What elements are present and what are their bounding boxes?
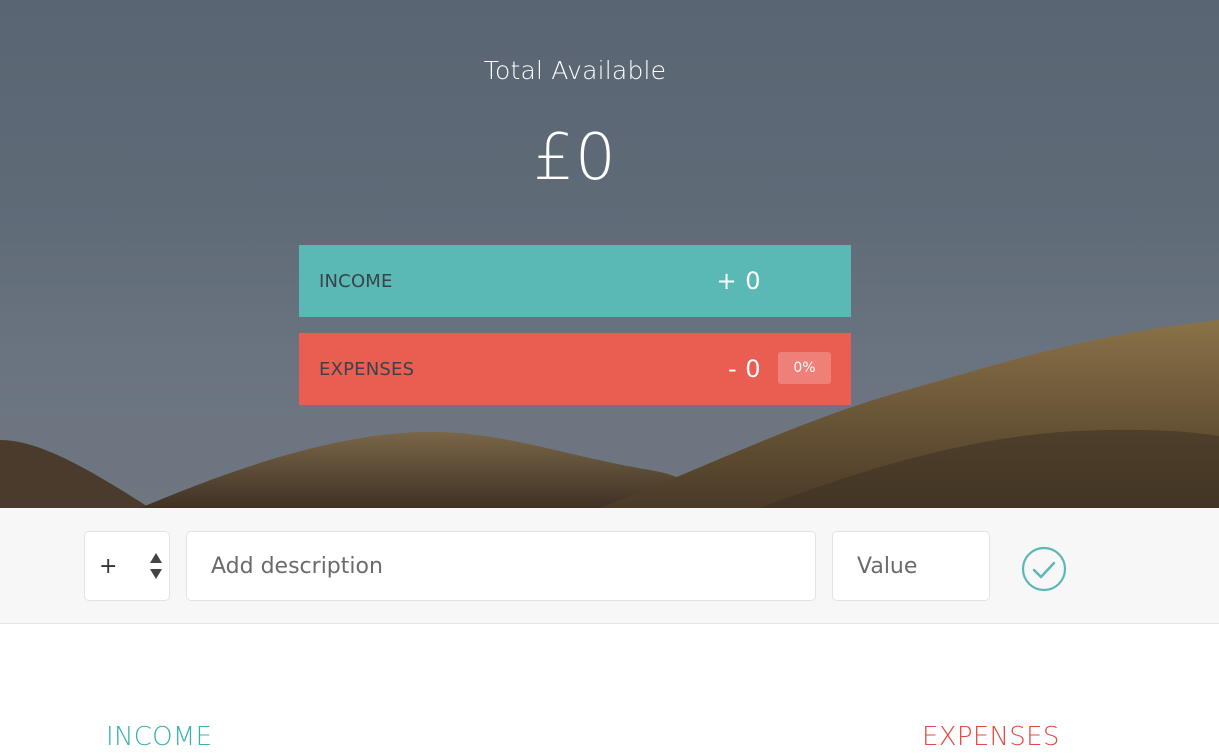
expenses-list-title: EXPENSES <box>922 722 1060 752</box>
expenses-summary-label: EXPENSES <box>319 358 415 380</box>
expenses-summary-bar: EXPENSES - 0 0% <box>299 333 851 405</box>
total-available-value: £0 <box>533 121 617 195</box>
select-arrows-icon <box>150 553 162 579</box>
value-input[interactable] <box>832 531 990 601</box>
type-select[interactable]: + <box>84 531 170 601</box>
income-summary-bar: INCOME + 0 <box>299 245 851 317</box>
budget-header: Total Available £0 INCOME + 0 EXPENSES -… <box>0 0 1219 508</box>
add-item-button[interactable] <box>1020 545 1068 593</box>
income-summary-label: INCOME <box>319 270 393 292</box>
income-list-title: INCOME <box>106 722 213 752</box>
income-summary-value: + 0 <box>716 267 761 295</box>
description-input[interactable] <box>186 531 816 601</box>
check-circle-icon <box>1021 546 1067 592</box>
expenses-summary-value: - 0 <box>727 355 761 383</box>
header-title: Total Available <box>483 56 667 85</box>
type-select-value: + <box>99 553 118 579</box>
expenses-percentage-badge: 0% <box>778 352 831 384</box>
